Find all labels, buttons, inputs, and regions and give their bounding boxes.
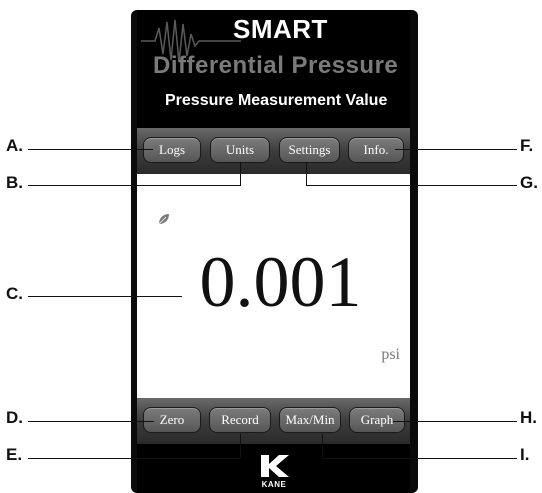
callout-label-f: F. (520, 136, 534, 155)
kane-logo (261, 455, 289, 477)
app-title-main: Differential Pressure (153, 52, 399, 79)
callout-line-i (322, 458, 517, 459)
logs-button[interactable]: Logs (143, 137, 201, 163)
callout-label-b: B. (6, 173, 23, 192)
callout-label-g: G. (520, 173, 538, 192)
maxmin-button[interactable]: Max/Min (279, 407, 341, 433)
callout-label-d: D. (6, 408, 23, 427)
kane-logo-text: KANE (261, 480, 287, 489)
measurement-display: 0.001 psi (137, 174, 410, 398)
callout-line-c (28, 296, 182, 297)
callout-line-g (306, 185, 517, 186)
callout-label-a: A. (6, 136, 23, 155)
app-footer: KANE (137, 444, 410, 493)
callout-label-i: I. (520, 445, 530, 464)
callout-label-h: H. (520, 408, 537, 427)
callout-line-f (395, 149, 517, 150)
app-screen: SMART Differential Pressure Pressure Mea… (137, 10, 410, 493)
units-button[interactable]: Units (210, 137, 270, 163)
callout-label-e: E. (6, 445, 23, 464)
callout-line-h (393, 421, 517, 422)
callout-label-c: C. (6, 284, 23, 303)
callout-line-d (28, 421, 154, 422)
settings-button[interactable]: Settings (279, 137, 340, 163)
screen-subtitle: Pressure Measurement Value (165, 92, 388, 109)
bottom-toolbar: Zero Record Max/Min Graph (137, 398, 410, 444)
app-header: SMART Differential Pressure Pressure Mea… (137, 10, 410, 128)
top-toolbar: Logs Units Settings Info. (137, 128, 410, 174)
callout-line-a (28, 149, 153, 150)
pressure-unit: psi (381, 346, 400, 363)
callout-line-i-vertical (322, 434, 323, 459)
graph-button[interactable]: Graph (349, 407, 405, 433)
info-button[interactable]: Info. (348, 137, 404, 163)
callout-line-e (28, 458, 240, 459)
callout-line-e-vertical (240, 434, 241, 459)
app-title-smart: SMART (233, 14, 328, 44)
leaf-icon (158, 214, 169, 225)
pressure-value: 0.001 (199, 242, 362, 322)
callout-line-b-vertical (240, 162, 241, 186)
callout-line-b (28, 185, 240, 186)
record-button[interactable]: Record (209, 407, 271, 433)
callout-line-g-vertical (306, 162, 307, 186)
zero-button[interactable]: Zero (143, 407, 201, 433)
